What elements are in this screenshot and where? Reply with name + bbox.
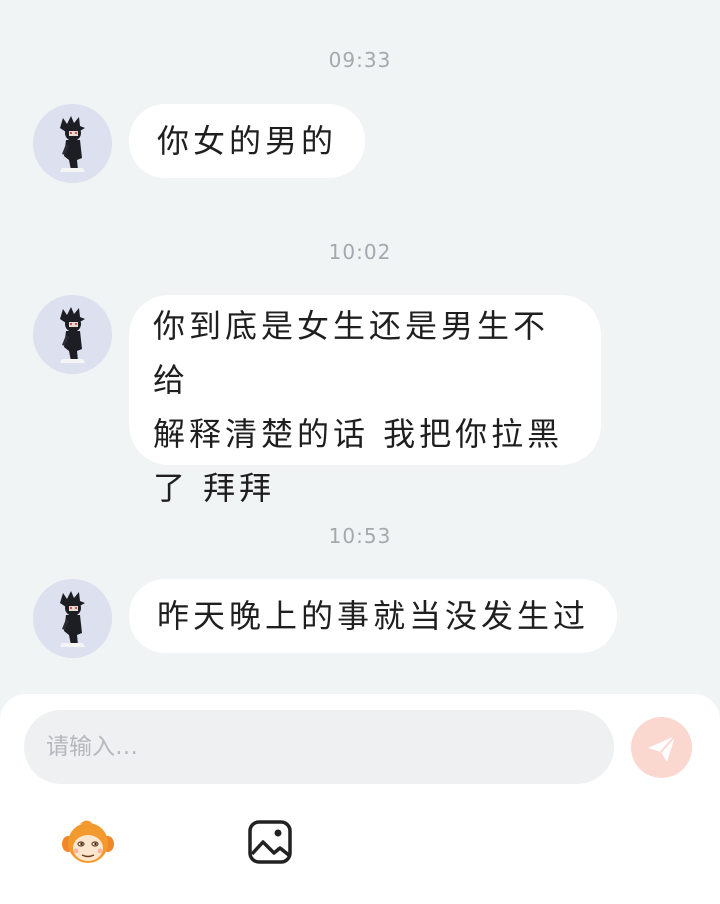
timestamp: 10:02 (328, 240, 392, 264)
message-input[interactable] (24, 710, 614, 784)
paper-plane-icon (648, 735, 676, 762)
message-bubble[interactable]: 你女的男的 (129, 104, 366, 178)
message-bubble[interactable]: 昨天晚上的事就当没发生过 (129, 579, 618, 653)
sticker-button[interactable] (60, 818, 116, 866)
message-bubble[interactable]: 你到底是女生还是男生不给 解释清楚的话 我把你拉黑 了 拜拜 (129, 295, 601, 507)
timestamp: 10:53 (328, 524, 392, 548)
timestamp: 09:33 (328, 48, 392, 72)
character-avatar-icon (33, 579, 112, 658)
message-line: 你到底是女生还是男生不给 (153, 307, 550, 399)
message-line: 解释清楚的话 我把你拉黑 (153, 415, 564, 453)
avatar[interactable] (33, 579, 112, 658)
composer-bar (0, 694, 720, 904)
send-button[interactable] (631, 717, 692, 778)
chat-area: 09:33 你女的男的 10:02 你到底是女生还是男生不给 解释清楚的话 我把… (0, 0, 720, 694)
avatar[interactable] (33, 295, 112, 374)
image-button[interactable] (246, 818, 294, 866)
character-avatar-icon (33, 104, 112, 183)
monkey-sticker-icon (62, 820, 114, 863)
avatar[interactable] (33, 104, 112, 183)
character-avatar-icon (33, 295, 112, 374)
image-icon (248, 820, 292, 864)
message-line: 了 拜拜 (153, 469, 276, 507)
